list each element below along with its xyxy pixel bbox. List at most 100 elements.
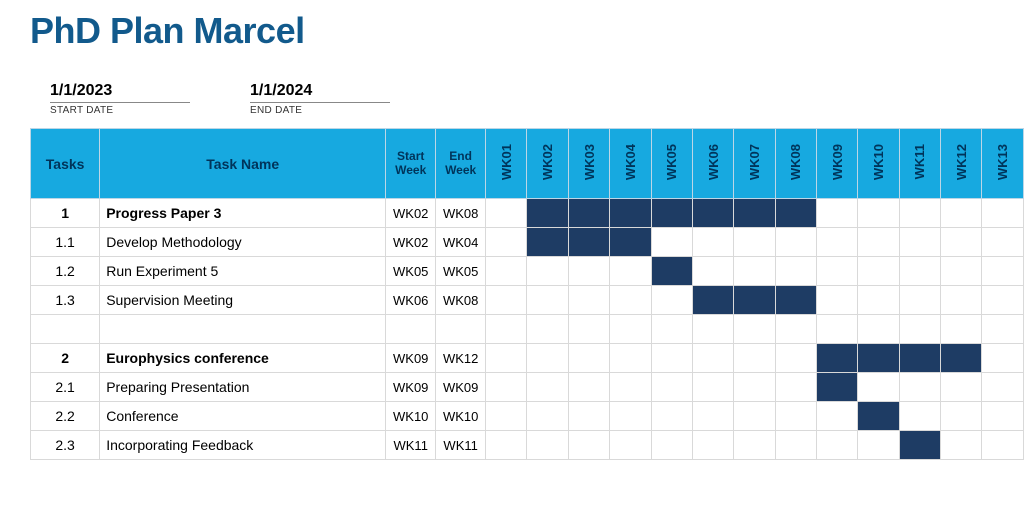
cell-task-name: Incorporating Feedback [100, 431, 386, 460]
gantt-cell [941, 286, 982, 315]
gantt-cell [734, 315, 775, 344]
cell-end-week: WK05 [436, 257, 486, 286]
header-week: WK13 [982, 129, 1024, 199]
cell-task-id: 1.1 [31, 228, 100, 257]
gantt-cell [692, 373, 733, 402]
gantt-cell [858, 257, 899, 286]
gantt-cell [610, 431, 651, 460]
header-week: WK05 [651, 129, 692, 199]
cell-task-name: Progress Paper 3 [100, 199, 386, 228]
gantt-cell [651, 286, 692, 315]
table-row: 2Europhysics conferenceWK09WK12 [31, 344, 1024, 373]
gantt-cell [982, 344, 1024, 373]
gantt-cell [816, 228, 857, 257]
gantt-cell [775, 431, 816, 460]
header-week: WK03 [568, 129, 609, 199]
gantt-cell [486, 199, 527, 228]
gantt-cell [486, 228, 527, 257]
gantt-cell [734, 402, 775, 431]
gantt-cell [568, 286, 609, 315]
gantt-cell [651, 315, 692, 344]
gantt-cell [651, 373, 692, 402]
gantt-cell [858, 286, 899, 315]
gantt-cell [858, 228, 899, 257]
gantt-cell [816, 315, 857, 344]
cell-start-week: WK11 [386, 431, 436, 460]
gantt-cell [651, 199, 692, 228]
gantt-cell [816, 199, 857, 228]
gantt-cell [816, 286, 857, 315]
gantt-cell [982, 402, 1024, 431]
gantt-cell [692, 286, 733, 315]
gantt-cell [568, 228, 609, 257]
date-range: 1/1/2023 START DATE 1/1/2024 END DATE [50, 82, 1024, 116]
gantt-cell [486, 402, 527, 431]
cell-end-week: WK09 [436, 373, 486, 402]
gantt-cell [610, 315, 651, 344]
gantt-cell [486, 373, 527, 402]
gantt-cell [527, 373, 568, 402]
gantt-cell [527, 286, 568, 315]
table-row: 1.2Run Experiment 5WK05WK05 [31, 257, 1024, 286]
gantt-cell [610, 257, 651, 286]
gantt-cell [734, 373, 775, 402]
cell-task-name: Supervision Meeting [100, 286, 386, 315]
page-title: PhD Plan Marcel [30, 10, 1024, 52]
gantt-cell [899, 431, 940, 460]
gantt-cell [651, 257, 692, 286]
gantt-cell [527, 402, 568, 431]
header-week: WK08 [775, 129, 816, 199]
gantt-cell [941, 373, 982, 402]
gantt-cell [568, 402, 609, 431]
cell-start-week [386, 315, 436, 344]
gantt-cell [568, 344, 609, 373]
gantt-cell [941, 344, 982, 373]
header-task-name: Task Name [100, 129, 386, 199]
table-row: 2.3Incorporating FeedbackWK11WK11 [31, 431, 1024, 460]
gantt-cell [982, 431, 1024, 460]
gantt-cell [568, 257, 609, 286]
gantt-cell [692, 431, 733, 460]
gantt-cell [816, 402, 857, 431]
cell-task-name: Preparing Presentation [100, 373, 386, 402]
gantt-cell [982, 257, 1024, 286]
gantt-cell [899, 344, 940, 373]
gantt-cell [858, 373, 899, 402]
cell-end-week [436, 315, 486, 344]
gantt-cell [899, 199, 940, 228]
gantt-cell [775, 199, 816, 228]
gantt-cell [775, 344, 816, 373]
cell-task-id: 1 [31, 199, 100, 228]
cell-end-week: WK12 [436, 344, 486, 373]
cell-task-name: Develop Methodology [100, 228, 386, 257]
gantt-cell [941, 431, 982, 460]
gantt-cell [527, 228, 568, 257]
gantt-cell [486, 344, 527, 373]
cell-task-id: 1.2 [31, 257, 100, 286]
gantt-cell [734, 257, 775, 286]
gantt-cell [982, 286, 1024, 315]
gantt-cell [816, 373, 857, 402]
header-tasks: Tasks [31, 129, 100, 199]
cell-start-week: WK05 [386, 257, 436, 286]
table-row: 1Progress Paper 3WK02WK08 [31, 199, 1024, 228]
gantt-cell [941, 402, 982, 431]
header-row: Tasks Task Name Start Week End Week WK01… [31, 129, 1024, 199]
gantt-cell [734, 228, 775, 257]
table-body: 1Progress Paper 3WK02WK081.1Develop Meth… [31, 199, 1024, 460]
start-date-label: START DATE [50, 103, 190, 116]
gantt-cell [982, 373, 1024, 402]
gantt-cell [568, 373, 609, 402]
gantt-cell [486, 315, 527, 344]
gantt-cell [899, 315, 940, 344]
gantt-cell [858, 344, 899, 373]
header-week: WK04 [610, 129, 651, 199]
gantt-cell [775, 228, 816, 257]
gantt-cell [568, 431, 609, 460]
gantt-cell [941, 257, 982, 286]
gantt-cell [775, 257, 816, 286]
gantt-cell [816, 431, 857, 460]
gantt-cell [982, 228, 1024, 257]
gantt-cell [486, 431, 527, 460]
cell-start-week: WK10 [386, 402, 436, 431]
